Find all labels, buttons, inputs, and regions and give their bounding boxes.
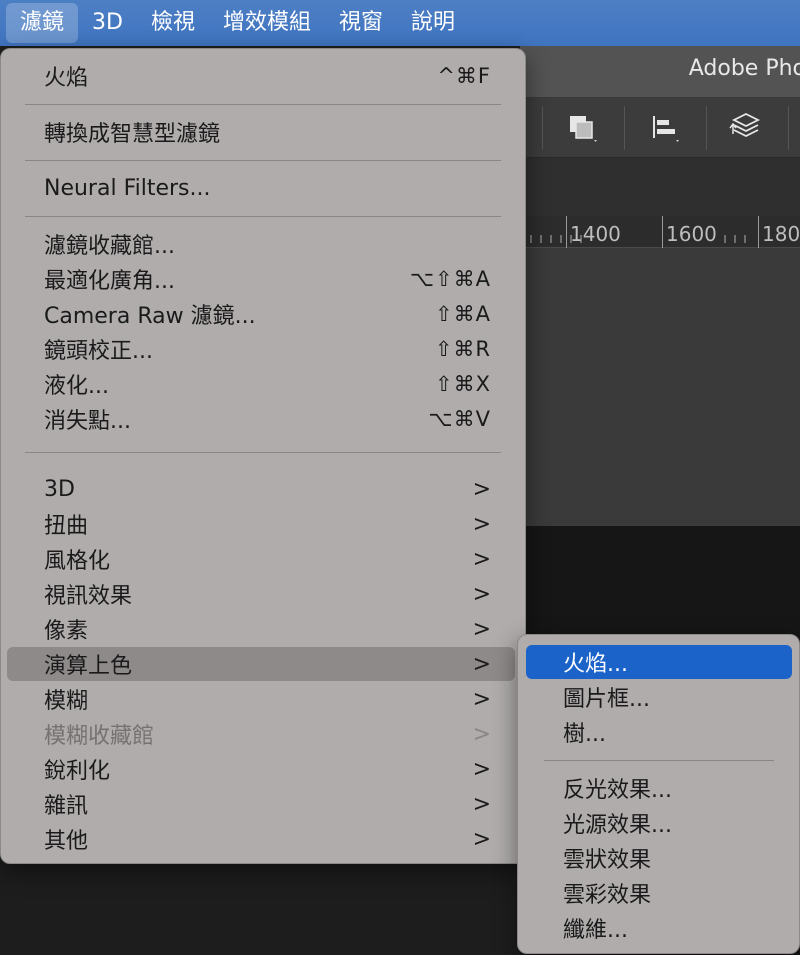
menu-item-distort[interactable]: 扭曲 > bbox=[7, 507, 515, 541]
menu-item-shortcut: ⇧⌘A bbox=[435, 302, 491, 326]
menu-item-label: 風格化 bbox=[44, 549, 111, 574]
menu-item-flame[interactable]: 火焰 ^⌘F bbox=[7, 59, 515, 93]
submenu-item-lens-flare[interactable]: 反光效果... bbox=[526, 771, 792, 805]
menu-item-other[interactable]: 其他 > bbox=[7, 822, 515, 856]
menubar-window[interactable]: 視窗 bbox=[325, 0, 397, 46]
app-title-bar: Adobe Pho bbox=[520, 46, 800, 98]
chevron-right-icon: > bbox=[472, 511, 491, 537]
menu-item-label: 模糊收藏館 bbox=[44, 724, 155, 749]
chevron-right-icon: > bbox=[472, 721, 491, 747]
submenu-item-clouds[interactable]: 雲狀效果 bbox=[526, 841, 792, 875]
submenu-item-difference-clouds[interactable]: 雲彩效果 bbox=[526, 876, 792, 910]
menubar-help[interactable]: 說明 bbox=[397, 0, 469, 46]
options-divider bbox=[542, 106, 543, 150]
menu-item-render[interactable]: 演算上色 > bbox=[7, 647, 515, 681]
menu-separator bbox=[25, 160, 501, 161]
chevron-right-icon: > bbox=[472, 826, 491, 852]
menu-item-liquify[interactable]: 液化... ⇧⌘X bbox=[7, 367, 515, 401]
menu-item-sharpen[interactable]: 銳利化 > bbox=[7, 752, 515, 786]
menu-item-label: 消失點... bbox=[44, 409, 131, 434]
ruler-label: 180 bbox=[762, 222, 800, 246]
horizontal-ruler: 1400 1600 180 bbox=[520, 216, 800, 248]
menu-item-label: Camera Raw 濾鏡... bbox=[44, 304, 256, 329]
menu-item-shortcut: ^⌘F bbox=[437, 64, 491, 88]
menu-item-label: 鏡頭校正... bbox=[44, 339, 153, 364]
chevron-right-icon: > bbox=[472, 791, 491, 817]
menu-item-video[interactable]: 視訊效果 > bbox=[7, 577, 515, 611]
menu-item-camera-raw[interactable]: Camera Raw 濾鏡... ⇧⌘A bbox=[7, 297, 515, 331]
menu-separator bbox=[25, 216, 501, 217]
chevron-right-icon: > bbox=[472, 686, 491, 712]
menu-item-label: 液化... bbox=[44, 374, 109, 399]
ruler-label: 1400 bbox=[570, 222, 621, 246]
menubar-view[interactable]: 檢視 bbox=[137, 0, 209, 46]
menu-item-filter-gallery[interactable]: 濾鏡收藏館... bbox=[7, 227, 515, 261]
ruler-major-tick bbox=[758, 216, 759, 248]
menu-item-label: 扭曲 bbox=[44, 514, 89, 539]
menu-item-vanishing-point[interactable]: 消失點... ⌥⌘V bbox=[7, 402, 515, 436]
menu-item-label: 銳利化 bbox=[44, 759, 111, 784]
menu-item-stylize[interactable]: 風格化 > bbox=[7, 542, 515, 576]
menubar-filter[interactable]: 濾鏡 bbox=[6, 3, 79, 43]
menu-item-label: Neural Filters... bbox=[44, 175, 211, 201]
menu-item-neural-filters[interactable]: Neural Filters... bbox=[7, 171, 515, 205]
chevron-right-icon: > bbox=[472, 756, 491, 782]
submenu-item-tree[interactable]: 樹... bbox=[526, 715, 792, 749]
options-divider bbox=[788, 106, 789, 150]
submenu-item-picture-frame[interactable]: 圖片框... bbox=[526, 680, 792, 714]
menu-item-label: 雜訊 bbox=[44, 794, 89, 819]
chevron-right-icon: > bbox=[472, 616, 491, 642]
align-left-icon[interactable] bbox=[646, 110, 682, 144]
menu-separator bbox=[25, 452, 501, 453]
menu-separator bbox=[544, 760, 774, 761]
menu-item-blur[interactable]: 模糊 > bbox=[7, 682, 515, 716]
canvas-area[interactable] bbox=[520, 248, 800, 526]
menu-item-label: 其他 bbox=[44, 829, 89, 854]
ruler-ticks bbox=[724, 235, 754, 243]
chevron-right-icon: > bbox=[472, 651, 491, 677]
menu-item-label: 像素 bbox=[44, 619, 89, 644]
app-title: Adobe Pho bbox=[688, 56, 800, 81]
menu-item-label: 演算上色 bbox=[44, 654, 133, 679]
menu-item-label: 模糊 bbox=[44, 689, 89, 714]
menu-item-label: 火焰 bbox=[44, 66, 89, 91]
menu-item-shortcut: ⇧⌘R bbox=[434, 337, 491, 361]
menubar-plugins[interactable]: 增效模組 bbox=[209, 0, 325, 46]
submenu-item-flame[interactable]: 火焰... bbox=[526, 645, 792, 679]
ruler-major-tick bbox=[662, 216, 663, 248]
options-bar bbox=[520, 98, 800, 158]
menu-item-convert-smart-filter[interactable]: 轉換成智慧型濾鏡 bbox=[7, 115, 515, 149]
menu-item-label: 視訊效果 bbox=[44, 584, 133, 609]
menu-item-noise[interactable]: 雜訊 > bbox=[7, 787, 515, 821]
menu-item-lens-correction[interactable]: 鏡頭校正... ⇧⌘R bbox=[7, 332, 515, 366]
document-tab-bar bbox=[520, 158, 800, 216]
filter-menu: 火焰 ^⌘F 轉換成智慧型濾鏡 Neural Filters... 濾鏡收藏館.… bbox=[0, 48, 526, 864]
menu-item-adaptive-wide-angle[interactable]: 最適化廣角... ⌥⇧⌘A bbox=[7, 262, 515, 296]
chevron-right-icon: > bbox=[472, 546, 491, 572]
menu-item-label: 最適化廣角... bbox=[44, 269, 175, 294]
options-divider bbox=[706, 106, 707, 150]
menu-item-blur-gallery: 模糊收藏館 > bbox=[7, 717, 515, 751]
options-divider bbox=[624, 106, 625, 150]
menu-bar: 濾鏡 3D 檢視 增效模組 視窗 說明 bbox=[0, 0, 800, 46]
arrange-layers-icon[interactable] bbox=[564, 110, 600, 144]
menu-separator bbox=[25, 104, 501, 105]
menu-item-3d[interactable]: 3D > bbox=[7, 472, 515, 506]
ruler-label: 1600 bbox=[666, 222, 717, 246]
ruler-major-tick bbox=[566, 216, 567, 248]
submenu-item-lighting-effects[interactable]: 光源效果... bbox=[526, 806, 792, 840]
menu-item-label: 3D bbox=[44, 476, 75, 502]
menu-item-pixelate[interactable]: 像素 > bbox=[7, 612, 515, 646]
menu-item-label: 濾鏡收藏館... bbox=[44, 234, 175, 259]
render-submenu: 火焰... 圖片框... 樹... 反光效果... 光源效果... 雲狀效果 雲… bbox=[517, 634, 800, 954]
chevron-right-icon: > bbox=[472, 476, 491, 502]
distribute-layers-icon[interactable] bbox=[728, 110, 764, 144]
menu-item-shortcut: ⌥⇧⌘A bbox=[409, 267, 491, 291]
submenu-item-fibers[interactable]: 纖維... bbox=[526, 911, 792, 945]
menu-item-shortcut: ⌥⌘V bbox=[428, 407, 491, 431]
chevron-right-icon: > bbox=[472, 581, 491, 607]
menu-item-label: 轉換成智慧型濾鏡 bbox=[44, 122, 221, 147]
menubar-3d[interactable]: 3D bbox=[78, 0, 137, 46]
menu-item-shortcut: ⇧⌘X bbox=[435, 372, 491, 396]
